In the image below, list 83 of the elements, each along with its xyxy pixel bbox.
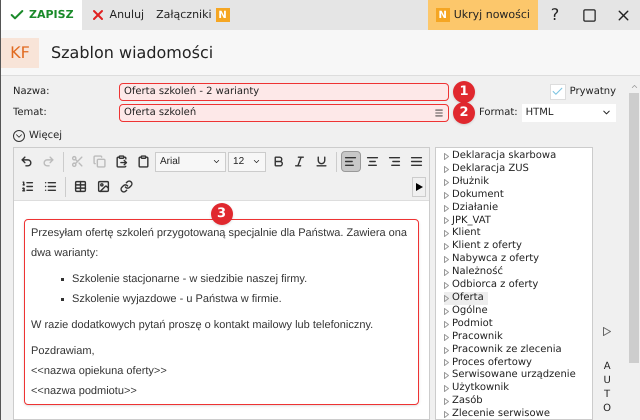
align-justify-icon	[410, 155, 423, 168]
align-left-icon	[344, 155, 358, 168]
bullet-icon	[61, 298, 64, 300]
tree-item[interactable]: Odbiorca z oferty	[444, 279, 542, 292]
tree-item[interactable]: Użytkownik	[444, 382, 514, 396]
field-label: Format:	[479, 106, 518, 120]
body-line: Pozdrawiam,	[31, 344, 96, 359]
body-paragraph: W razie dodatkowych pytań proszę o kontakt mailowy lub telefoniczny.	[31, 318, 374, 333]
cut-icon	[71, 155, 84, 168]
tree-item[interactable]: Proces ofertowy	[444, 356, 536, 370]
undo-icon	[20, 155, 34, 168]
tree-item[interactable]: Oferta	[444, 292, 488, 305]
italic-icon	[293, 155, 306, 168]
font-size-dropdown[interactable]: 12	[228, 152, 266, 172]
more-button[interactable]: Więcej	[13, 128, 62, 143]
align-center-icon	[366, 155, 379, 168]
tree-item[interactable]: Deklaracja ZUS	[444, 162, 533, 176]
tree-item[interactable]: Pracownik ze zlecenia	[444, 344, 566, 356]
scroll-up-icon	[630, 82, 638, 91]
list-item: Szkolenie wyjazdowe - u Państwa w firmie.	[61, 289, 412, 309]
field-label: Nazwa:	[13, 85, 51, 99]
tree-item[interactable]: Podmiot	[444, 318, 497, 331]
align-left-button[interactable]	[340, 151, 361, 172]
window-title: Szablon wiadomości	[51, 42, 214, 64]
tree-item[interactable]: Działanie	[444, 202, 502, 215]
tree-item[interactable]: Pracownik	[444, 330, 507, 344]
tree-item[interactable]: JPK_VAT	[444, 214, 495, 228]
tree-item[interactable]: Deklaracja skarbowa	[444, 150, 560, 163]
font-dropdown[interactable]: Arial	[155, 152, 226, 172]
input-field[interactable]: Oferta szkoleń	[119, 104, 449, 122]
format-dropdown[interactable]: HTML	[522, 104, 616, 122]
bullet-icon	[61, 278, 64, 280]
tree-item[interactable]: Nabywca z oferty	[444, 253, 544, 266]
body-line: <<nazwa opiekuna oferty>>	[31, 364, 168, 379]
underline-icon	[315, 155, 328, 168]
paste-text-icon	[136, 155, 150, 168]
maximize-icon	[582, 8, 596, 22]
menu-icon	[434, 108, 444, 118]
checkbox[interactable]	[550, 84, 566, 100]
tree-item[interactable]: Dłużnik	[444, 176, 494, 189]
bullet-list-icon	[44, 180, 57, 193]
callout-number: 2	[453, 102, 475, 124]
tree-item[interactable]: Klient z oferty	[444, 240, 526, 254]
body-paragraph: Przesyłam ofertę szkoleń przygotowaną specjalnie dla Państwa. Zawiera ona dwa warianty:	[31, 226, 408, 261]
ordered-list-icon	[21, 180, 34, 193]
tree-item[interactable]: Serwisowane urządzenie	[444, 369, 580, 382]
table-icon	[74, 180, 87, 193]
tree-item[interactable]: Należność	[444, 266, 507, 280]
caret-icon	[252, 157, 262, 166]
new-badge: N	[216, 8, 230, 22]
callout-number: 1	[453, 80, 475, 102]
expand-arrow-icon[interactable]	[603, 327, 612, 336]
checkbox-label: Prywatny	[570, 85, 616, 99]
tree-item[interactable]: Zlecenie serwisowe	[444, 408, 554, 419]
save-button[interactable]: ZAPISZ	[1, 0, 82, 30]
field-label: Temat:	[13, 106, 48, 120]
caret-icon	[212, 157, 222, 166]
link-icon	[120, 180, 133, 193]
help-button[interactable]: ?	[538, 0, 572, 30]
tree-item[interactable]: Ogólne	[444, 304, 492, 318]
tree-item[interactable]: Klient	[444, 227, 485, 240]
tree-item[interactable]: Dokument	[444, 188, 508, 202]
app-logo: KF	[1, 38, 39, 68]
side-panel-label[interactable]: AUTO	[602, 360, 612, 416]
input-field[interactable]: Oferta szkoleń - 2 warianty	[119, 82, 449, 100]
message-body[interactable]	[24, 219, 419, 405]
body-line: <<nazwa podmiotu>>	[31, 384, 138, 399]
new-badge: N	[436, 8, 450, 22]
hide-news-button[interactable]: N Ukryj nowości	[428, 0, 538, 30]
more-tools-button[interactable]	[412, 176, 426, 196]
redo-icon	[42, 155, 56, 168]
tree-item[interactable]: Zasób	[444, 395, 487, 408]
callout-number: 3	[210, 203, 232, 225]
image-icon	[97, 180, 110, 193]
expand-icon	[13, 130, 25, 142]
bold-icon	[272, 155, 285, 168]
copy-icon	[92, 155, 106, 168]
align-right-icon	[388, 155, 401, 168]
paste-icon	[114, 155, 128, 168]
cancel-button[interactable]: Anuluj	[82, 0, 152, 30]
play-icon	[416, 182, 422, 190]
list-item: Szkolenie stacjonarne - w siedzibie naszej firmy.	[61, 269, 412, 289]
attachments-button[interactable]: Załączniki	[156, 6, 212, 24]
